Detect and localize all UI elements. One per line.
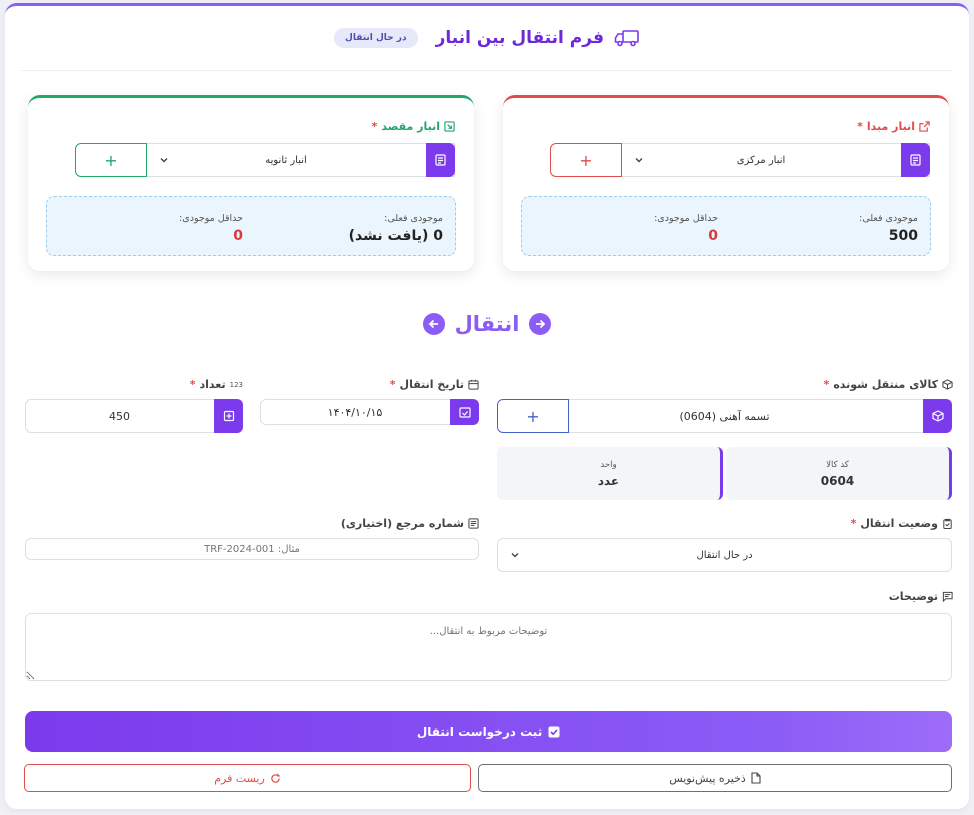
chevron-down-icon: [511, 553, 519, 558]
notes-textarea[interactable]: [25, 613, 952, 681]
add-source-warehouse-button[interactable]: +: [550, 143, 622, 177]
transfer-date-input[interactable]: ۱۴۰۴/۱۰/۱۵: [260, 399, 479, 425]
quantity-label: 123 تعداد *: [189, 378, 243, 391]
destination-warehouse-select[interactable]: انبار ثانویه: [147, 143, 455, 177]
source-stock-info: موجودی فعلی: 500 حداقل موجودی: 0: [521, 196, 931, 256]
page-title: فرم انتقال بین انبار: [435, 28, 604, 48]
numbers-icon: 123: [229, 380, 243, 389]
status-badge: در حال انتقال: [334, 28, 418, 48]
product-unit-box: واحد عدد: [497, 447, 723, 500]
chevron-down-icon: [635, 158, 643, 163]
current-stock-value: 0 (یافت نشد): [348, 228, 443, 244]
reset-form-button[interactable]: ریست فرم: [24, 764, 471, 792]
transfer-label: انتقال: [454, 312, 520, 336]
list-icon: [468, 518, 479, 529]
product-label: کالای منتقل شونده *: [821, 378, 953, 391]
transfer-form-card: فرم انتقال بین انبار در حال انتقال انبار…: [5, 3, 969, 809]
clipboard-icon: [943, 518, 952, 529]
current-stock-label: موجودی فعلی:: [384, 213, 443, 224]
box-icon: [942, 379, 953, 390]
product-unit-value: عدد: [597, 474, 620, 488]
file-icon: [751, 772, 761, 784]
arrow-right-icon: [529, 313, 552, 335]
destination-stock-info: موجودی فعلی: 0 (یافت نشد) حداقل موجودی: …: [46, 196, 456, 256]
form-header: فرم انتقال بین انبار در حال انتقال: [21, 6, 953, 71]
submit-transfer-button[interactable]: ثبت درخواست انتقال: [25, 711, 952, 752]
transfer-status-label: وضعیت انتقال *: [848, 517, 953, 530]
product-code-label: کد کالا: [826, 460, 849, 470]
source-warehouse-card: انبار مبدا * انبار مرکزی + موجودی فعلی: …: [503, 95, 949, 271]
comment-icon: [942, 591, 953, 602]
product-code-box: کد کالا 0604: [726, 447, 952, 500]
reference-number-input[interactable]: [25, 538, 479, 560]
calendar-icon: [468, 379, 479, 390]
min-stock-value: 0: [708, 228, 718, 244]
check-square-icon: [548, 726, 560, 737]
product-code-value: 0604: [820, 474, 855, 488]
destination-warehouse-card: انبار مقصد * انبار ثانویه + موجودی فعلی:…: [28, 95, 474, 271]
current-stock-label: موجودی فعلی:: [859, 213, 918, 224]
calendar-check-icon: [450, 399, 479, 425]
chevron-down-icon: [160, 158, 168, 163]
box-icon: [923, 399, 952, 433]
product-unit-label: واحد: [600, 460, 617, 470]
min-stock-value: 0: [233, 228, 243, 244]
transfer-direction: انتقال: [5, 312, 969, 336]
transfer-status-select[interactable]: در حال انتقال: [497, 538, 952, 572]
warehouse-list-icon: [426, 143, 455, 177]
destination-warehouse-label: انبار مقصد *: [369, 120, 455, 133]
source-warehouse-select[interactable]: انبار مرکزی: [622, 143, 930, 177]
min-stock-label: حداقل موجودی:: [179, 213, 243, 224]
import-icon: [444, 121, 455, 132]
refresh-icon: [271, 773, 280, 783]
quantity-input[interactable]: 450: [25, 399, 243, 433]
min-stock-label: حداقل موجودی:: [654, 213, 718, 224]
product-select[interactable]: تسمه آهنی (0604): [527, 399, 952, 433]
current-stock-value: 500: [888, 228, 918, 244]
add-destination-warehouse-button[interactable]: +: [75, 143, 147, 177]
truck-icon: [614, 30, 639, 47]
external-link-icon: [919, 121, 930, 132]
transfer-date-label: تاریخ انتقال *: [387, 378, 479, 391]
source-warehouse-label: انبار مبدا *: [854, 120, 930, 133]
save-draft-button[interactable]: ذخیره پیش‌نویس: [478, 764, 952, 792]
arrow-left-icon: [422, 313, 445, 335]
number-input-icon: [214, 399, 243, 433]
add-product-button[interactable]: +: [497, 399, 569, 433]
warehouse-list-icon: [901, 143, 930, 177]
reference-number-label: شماره مرجع (اختیاری): [341, 517, 479, 530]
notes-label: توضیحات: [889, 590, 953, 603]
